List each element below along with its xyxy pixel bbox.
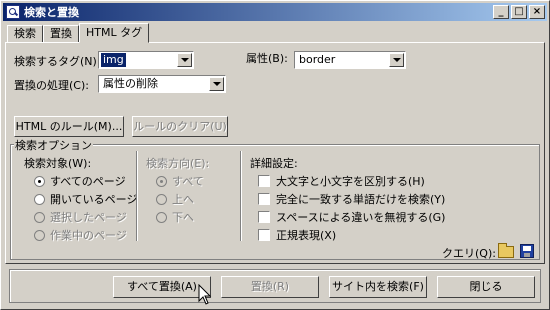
- tab-replace[interactable]: 置換: [43, 25, 79, 43]
- radio-icon: [34, 211, 45, 223]
- direction-all-label: すべて: [172, 175, 204, 188]
- direction-down-label: 下へ: [172, 211, 194, 224]
- attribute-combo[interactable]: border: [294, 51, 406, 69]
- process-combo[interactable]: 属性の削除: [98, 75, 226, 93]
- search-options-title: 検索オプション: [14, 137, 93, 153]
- window-title: 検索と置換: [24, 6, 79, 19]
- process-label: 置換の処理(C):: [14, 79, 89, 92]
- search-tag-combo[interactable]: img: [98, 51, 194, 69]
- direction-all-radio[interactable]: すべて: [156, 173, 204, 189]
- maximize-button[interactable]: □: [511, 5, 527, 19]
- radio-icon: [34, 193, 45, 205]
- close-window-button[interactable]: ×: [529, 5, 545, 19]
- find-replace-window: 検索と置換 _ □ × 検索 置換 HTML タグ 検索するタグ(N): img…: [0, 0, 550, 310]
- checkbox-icon: [258, 175, 270, 187]
- target-current-page-radio[interactable]: 作業中のページ: [34, 227, 127, 243]
- match-case-checkbox[interactable]: 大文字と小文字を区別する(H): [258, 173, 425, 189]
- query-label: クエリ(Q):: [442, 247, 496, 260]
- direction-down-radio[interactable]: 下へ: [156, 209, 194, 225]
- open-folder-icon[interactable]: [498, 243, 514, 258]
- attribute-dropdown-icon[interactable]: [389, 53, 404, 67]
- radio-icon: [156, 211, 167, 223]
- match-case-label: 大文字と小文字を区別する(H): [276, 175, 425, 188]
- target-open-pages-label: 開いているページ: [50, 193, 138, 206]
- regex-checkbox[interactable]: 正規表現(X): [258, 227, 336, 243]
- find-replace-app-icon: [6, 5, 20, 19]
- search-tag-value: img: [101, 53, 126, 67]
- whole-word-checkbox[interactable]: 完全に一致する単語だけを検索(Y): [258, 191, 445, 207]
- ignore-whitespace-checkbox[interactable]: スペースによる違いを無視する(G): [258, 209, 445, 225]
- checkbox-icon: [258, 211, 270, 223]
- radio-selected-icon: [34, 175, 45, 187]
- save-icon[interactable]: [520, 244, 534, 258]
- direction-up-label: 上へ: [172, 193, 194, 206]
- find-in-site-button[interactable]: サイト内を検索(F): [329, 276, 427, 298]
- direction-up-radio[interactable]: 上へ: [156, 191, 194, 207]
- radio-icon: [156, 193, 167, 205]
- minimize-button[interactable]: _: [493, 5, 509, 19]
- whole-word-label: 完全に一致する単語だけを検索(Y): [276, 193, 446, 206]
- options-separator-1: [136, 151, 138, 241]
- ignore-whitespace-label: スペースによる違いを無視する(G): [276, 211, 446, 224]
- tab-strip: 検索 置換 HTML タグ: [7, 23, 150, 43]
- replace-all-button[interactable]: すべて置換(A): [113, 276, 211, 298]
- replace-button[interactable]: 置換(R): [221, 276, 319, 298]
- target-all-pages-radio[interactable]: すべてのページ: [34, 173, 126, 189]
- target-current-page-label: 作業中のページ: [50, 229, 127, 242]
- process-dropdown-icon[interactable]: [209, 77, 224, 91]
- target-all-pages-label: すべてのページ: [50, 175, 126, 188]
- process-value: 属性の削除: [103, 77, 158, 90]
- target-open-pages-radio[interactable]: 開いているページ: [34, 191, 137, 207]
- tab-search[interactable]: 検索: [7, 25, 43, 43]
- attribute-label: 属性(B):: [246, 52, 288, 65]
- radio-icon: [34, 229, 45, 241]
- html-rules-button[interactable]: HTML のルール(M)...: [14, 116, 124, 137]
- radio-selected-icon: [156, 175, 167, 187]
- close-button[interactable]: 閉じる: [437, 276, 535, 298]
- options-separator-2: [240, 151, 242, 241]
- regex-label: 正規表現(X): [276, 229, 337, 242]
- window-controls: _ □ ×: [491, 5, 545, 19]
- checkbox-icon: [258, 229, 270, 241]
- clear-rules-button[interactable]: ルールのクリア(U): [132, 116, 228, 137]
- title-bar[interactable]: 検索と置換 _ □ ×: [3, 3, 547, 21]
- tab-html-tag[interactable]: HTML タグ: [79, 23, 150, 43]
- advanced-title: 詳細設定:: [250, 157, 298, 170]
- target-selected-pages-radio[interactable]: 選択したページ: [34, 209, 127, 225]
- search-direction-title: 検索方向(E):: [146, 157, 210, 170]
- target-selected-pages-label: 選択したページ: [50, 211, 127, 224]
- search-target-title: 検索対象(W):: [24, 157, 92, 170]
- search-tag-dropdown-icon[interactable]: [177, 53, 192, 67]
- search-tag-label: 検索するタグ(N):: [14, 55, 101, 68]
- checkbox-icon: [258, 193, 270, 205]
- attribute-value: border: [299, 53, 336, 66]
- html-tag-panel: 検索するタグ(N): img 置換の処理(C): 属性の削除 属性(B): bo…: [5, 42, 545, 264]
